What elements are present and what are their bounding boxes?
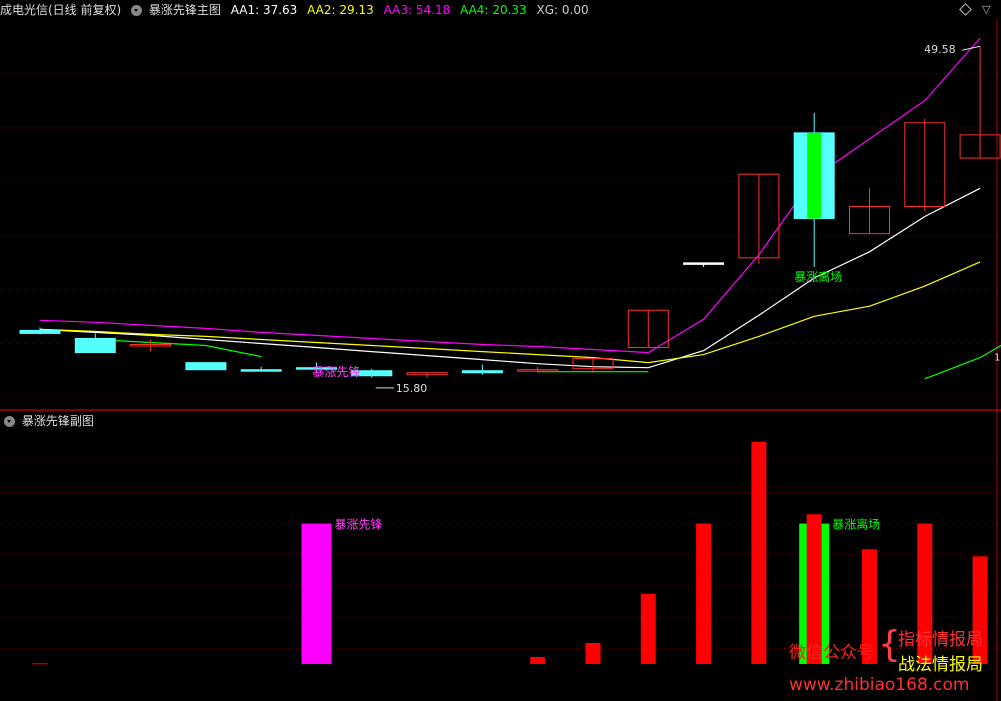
low-price-label: 15.80 xyxy=(396,382,428,395)
watermark-line2: 战法情报局 xyxy=(898,655,983,675)
candle-body xyxy=(240,369,282,372)
sub-bar xyxy=(585,642,601,664)
aa4-readout: AA4: 20.33 xyxy=(460,3,527,17)
sub-grid xyxy=(0,460,997,649)
aa3-readout: AA3: 54.18 xyxy=(383,3,451,17)
sub-bar xyxy=(301,523,332,664)
sub-bar xyxy=(530,656,546,664)
sub-bar xyxy=(32,663,48,665)
aa2-readout: AA2: 29.13 xyxy=(307,3,374,17)
high-price-label: 49.58 xyxy=(924,43,956,56)
sub-bars xyxy=(32,441,988,665)
collapse-icon[interactable]: ▽ xyxy=(982,3,990,16)
axis-marker-label: 1 xyxy=(994,353,1000,364)
candle-body xyxy=(19,329,61,334)
candle-body xyxy=(185,362,227,371)
watermark-url: www.zhibiao168.com xyxy=(789,675,970,695)
main-indicator-name[interactable]: 暴涨先锋主图 xyxy=(149,3,221,17)
annotations: 49.5815.80暴涨先锋暴涨离场暴涨先锋 暴涨离场1 xyxy=(313,43,1001,531)
ma-lines xyxy=(39,37,1001,380)
chart-canvas[interactable]: 49.5815.80暴涨先锋暴涨离场暴涨先锋 暴涨离场1 xyxy=(0,0,1001,701)
candle-body xyxy=(683,262,725,265)
candle-body xyxy=(74,337,116,354)
signal-sell-label: 暴涨离场 xyxy=(794,269,842,284)
high-arrow xyxy=(961,45,981,51)
watermark-wechat: 微信公众号 xyxy=(789,643,874,663)
candle-body-inner xyxy=(807,132,822,219)
main-header: 成电光信(日线 前复权) 暴涨先锋主图 AA1: 37.63 AA2: 29.1… xyxy=(0,0,595,20)
dropdown-icon[interactable] xyxy=(131,5,143,16)
candles xyxy=(19,58,1001,378)
watermark-line1: 指标情报局 xyxy=(898,630,983,650)
dropdown-icon[interactable] xyxy=(4,416,15,427)
sub-signal-buy-label: 暴涨先锋 xyxy=(335,516,383,531)
sub-bar xyxy=(751,441,767,664)
sub-header: 暴涨先锋副图 xyxy=(0,411,100,431)
series-line-aa4 xyxy=(924,344,1001,380)
xg-readout: XG: 0.00 xyxy=(536,3,589,17)
sub-bar xyxy=(696,523,712,664)
sub-signal-sell-label: 暴涨离场 xyxy=(832,516,880,531)
aa1-readout: AA1: 37.63 xyxy=(230,3,298,17)
signal-buy-label: 暴涨先锋 xyxy=(313,364,361,379)
series-line-aa3 xyxy=(39,37,981,354)
stock-name: 成电光信(日线 前复权) xyxy=(0,3,122,17)
sub-bar xyxy=(640,593,656,664)
candle-body xyxy=(461,370,503,374)
main-grid xyxy=(0,73,997,398)
sub-indicator-name[interactable]: 暴涨先锋副图 xyxy=(22,414,94,428)
